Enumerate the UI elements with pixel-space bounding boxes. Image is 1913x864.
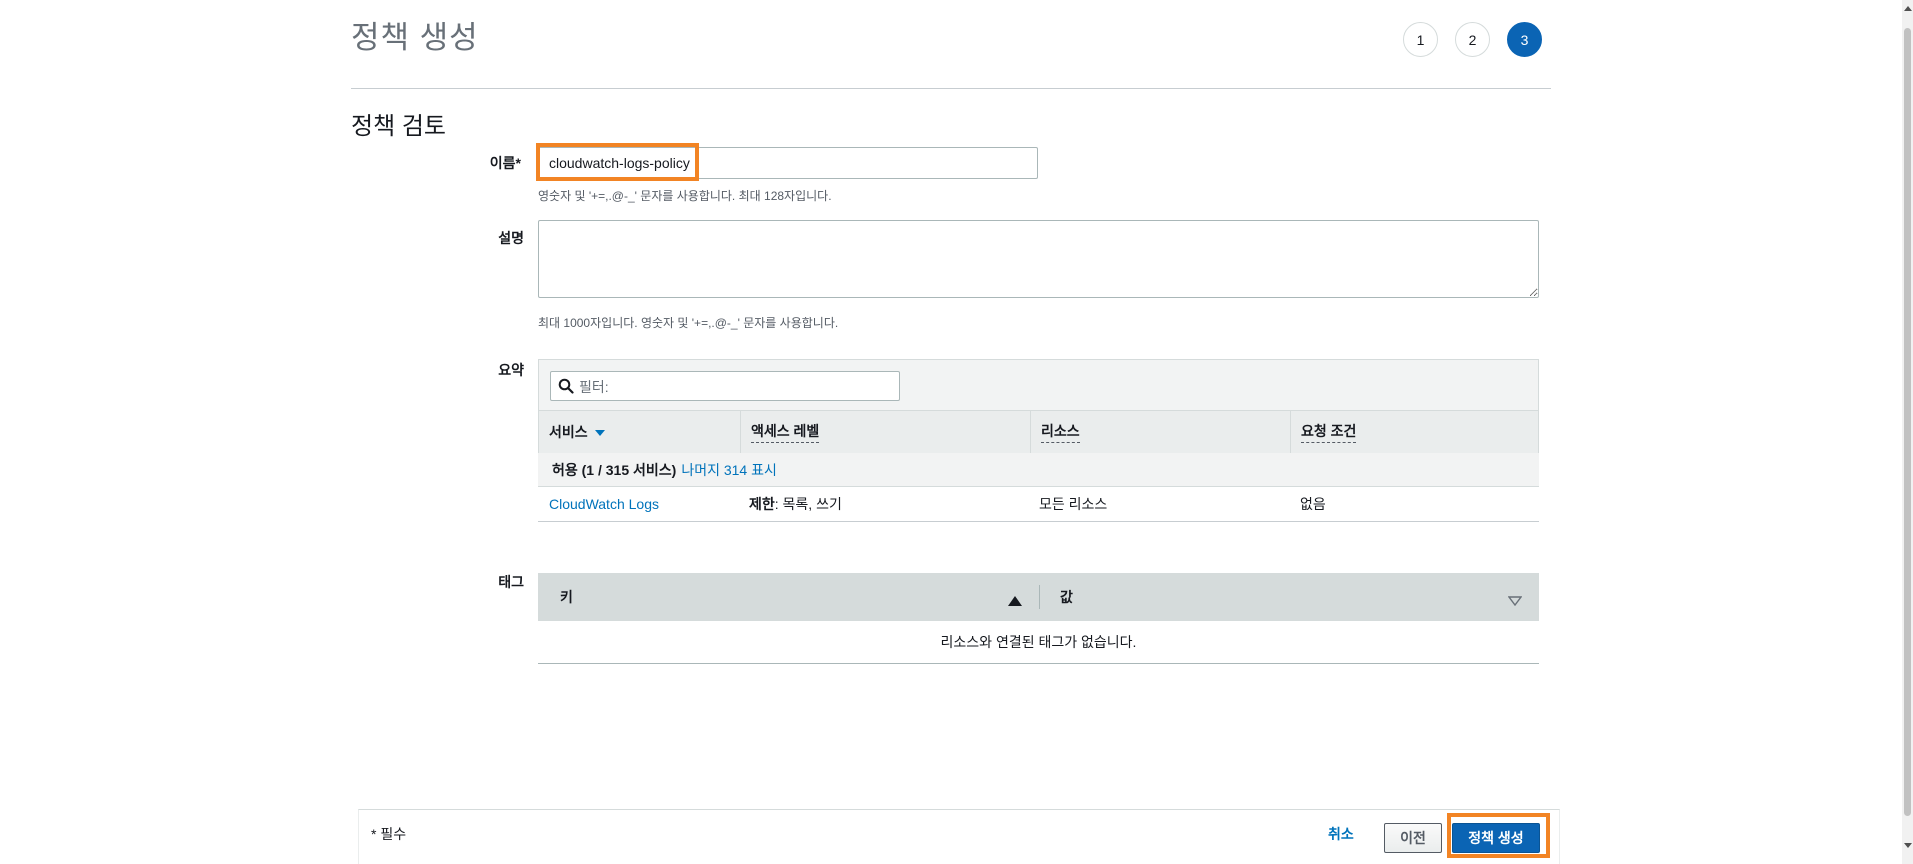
page-title: 정책 생성 [351,20,479,55]
step-3-active[interactable]: 3 [1507,22,1542,57]
tag-value-header[interactable]: 값 [1060,573,1073,621]
table-row: CloudWatch Logs 제한: 목록, 쓰기 모든 리소스 없음 [538,487,1539,521]
access-level-prefix: 제한 [749,496,775,512]
create-policy-button[interactable]: 정책 생성 [1452,823,1540,853]
sort-desc-outline-icon[interactable] [1507,593,1523,611]
access-level-rest: : 목록, 쓰기 [774,496,842,512]
filter-box[interactable] [550,371,900,402]
cancel-button[interactable]: 취소 [1328,824,1354,844]
resource-cell: 모든 리소스 [1039,496,1108,512]
summary-header-row: 서비스 액세스 레벨 리소스 요청 조건 [538,411,1539,453]
column-service-label: 서비스 [549,424,588,440]
column-request-condition-label: 요청 조건 [1301,421,1357,443]
tag-key-header[interactable]: 키 [560,573,573,621]
search-icon [558,378,574,399]
name-input[interactable] [538,147,1038,179]
filter-input[interactable] [577,372,897,402]
tags-label: 태그 [498,574,524,590]
summary-label: 요약 [498,362,524,378]
column-resource[interactable]: 리소스 [1030,411,1290,453]
scroll-up-arrow-icon[interactable] [1904,6,1912,11]
name-hint: 영숫자 및 '+=,.@-_' 문자를 사용합니다. 최대 128자입니다. [538,189,832,203]
access-level-cell: 제한: 목록, 쓰기 [749,487,842,521]
step-1[interactable]: 1 [1403,22,1438,57]
column-access-level[interactable]: 액세스 레벨 [740,411,1030,453]
description-hint: 최대 1000자입니다. 영숫자 및 '+=,.@-_' 문자를 사용합니다. [538,316,839,330]
description-label: 설명 [498,230,524,246]
page-scrollbar[interactable] [1902,0,1913,864]
footer-bar: * 필수 취소 이전 정책 생성 [358,809,1560,864]
name-label: 이름* [489,155,521,171]
tags-header-row: 키 값 [538,573,1539,621]
tags-empty-message: 리소스와 연결된 태그가 없습니다. [940,634,1137,650]
condition-cell: 없음 [1300,496,1326,512]
sort-asc-icon[interactable] [1008,593,1022,611]
group-row: 허용 (1 / 315 서비스) 나머지 314 표시 [538,453,1539,487]
tags-header-separator [1039,585,1040,609]
description-textarea[interactable] [538,220,1539,298]
previous-button[interactable]: 이전 [1384,823,1442,853]
column-access-level-label: 액세스 레벨 [751,421,820,443]
service-link-cloudwatch-logs[interactable]: CloudWatch Logs [549,487,659,521]
section-title: 정책 검토 [351,113,446,140]
summary-toolbar [538,359,1539,411]
summary-table: 서비스 액세스 레벨 리소스 요청 조건 허용 (1 / 315 서비스) 나머… [538,359,1539,522]
required-note: * 필수 [371,826,407,842]
group-label: 허용 (1 / 315 서비스) [552,461,677,478]
column-resource-label: 리소스 [1041,421,1080,443]
scroll-thumb[interactable] [1904,28,1911,816]
show-remaining-link[interactable]: 나머지 314 표시 [681,460,777,480]
tags-table: 키 값 리소스와 연결된 태그가 없습니다. [538,573,1539,664]
column-service[interactable]: 서비스 [539,411,740,453]
column-request-condition[interactable]: 요청 조건 [1290,411,1540,453]
header-divider [351,88,1551,89]
step-2[interactable]: 2 [1455,22,1490,57]
scroll-down-arrow-icon[interactable] [1904,843,1912,848]
sort-desc-icon [594,430,605,436]
